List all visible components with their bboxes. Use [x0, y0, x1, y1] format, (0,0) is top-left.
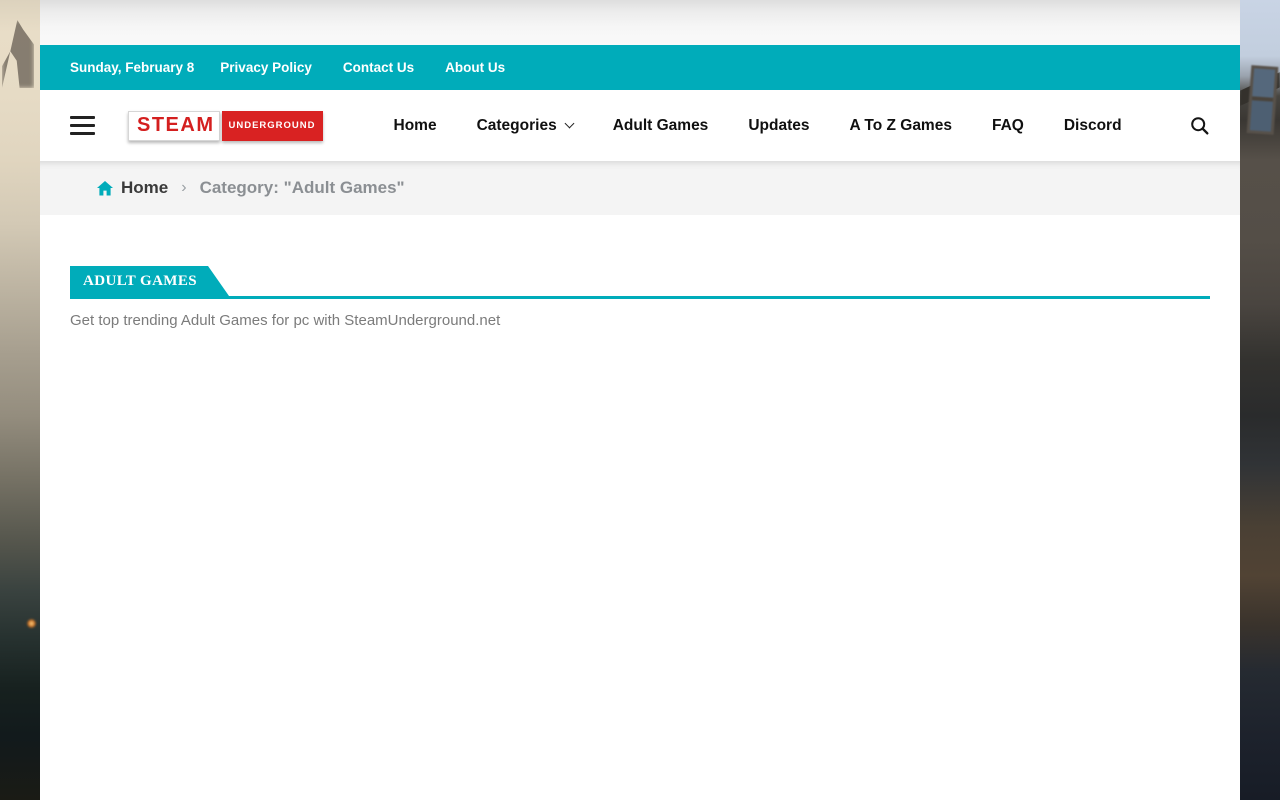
page-column: Sunday, February 8 Privacy Policy Contac…	[40, 0, 1240, 800]
page-top-gap	[40, 0, 1240, 45]
main-nav: Home Categories Adult Games Updates A To…	[394, 117, 1122, 135]
nav-a-to-z-games[interactable]: A To Z Games	[849, 117, 952, 135]
chevron-down-icon	[564, 119, 574, 129]
nav-categories-label: Categories	[477, 117, 557, 135]
topbar-links: Privacy Policy Contact Us About Us	[220, 60, 505, 75]
search-icon[interactable]	[1190, 116, 1210, 136]
category-title: ADULT GAMES	[70, 266, 229, 296]
nav-discord[interactable]: Discord	[1064, 117, 1122, 135]
nav-updates[interactable]: Updates	[748, 117, 809, 135]
breadcrumb-current: Category: "Adult Games"	[200, 178, 405, 198]
background-art-right	[1240, 0, 1280, 800]
breadcrumb-separator: ›	[181, 179, 186, 197]
logo-underground-text: UNDERGROUND	[222, 111, 323, 141]
topbar-link-privacy-policy[interactable]: Privacy Policy	[220, 60, 312, 75]
topbar: Sunday, February 8 Privacy Policy Contac…	[40, 45, 1240, 90]
home-icon	[97, 181, 113, 196]
breadcrumb-home-link[interactable]: Home	[121, 178, 168, 198]
site-header: STEAM UNDERGROUND Home Categories Adult …	[40, 90, 1240, 161]
date-text: Sunday, February 8	[70, 60, 194, 75]
logo-steam-text: STEAM	[128, 111, 220, 141]
topbar-link-about-us[interactable]: About Us	[445, 60, 505, 75]
category-description: Get top trending Adult Games for pc with…	[70, 312, 1210, 329]
menu-icon[interactable]	[70, 116, 95, 135]
background-art-left	[0, 0, 40, 800]
nav-categories[interactable]: Categories	[477, 117, 573, 135]
nav-home[interactable]: Home	[394, 117, 437, 135]
breadcrumb: Home › Category: "Adult Games"	[40, 161, 1240, 215]
main-content: ADULT GAMES Get top trending Adult Games…	[40, 215, 1240, 800]
topbar-link-contact-us[interactable]: Contact Us	[343, 60, 414, 75]
category-underline	[70, 296, 1210, 299]
nav-adult-games[interactable]: Adult Games	[613, 117, 709, 135]
site-logo[interactable]: STEAM UNDERGROUND	[128, 111, 323, 141]
nav-faq[interactable]: FAQ	[992, 117, 1024, 135]
category-header: ADULT GAMES	[70, 266, 1210, 299]
